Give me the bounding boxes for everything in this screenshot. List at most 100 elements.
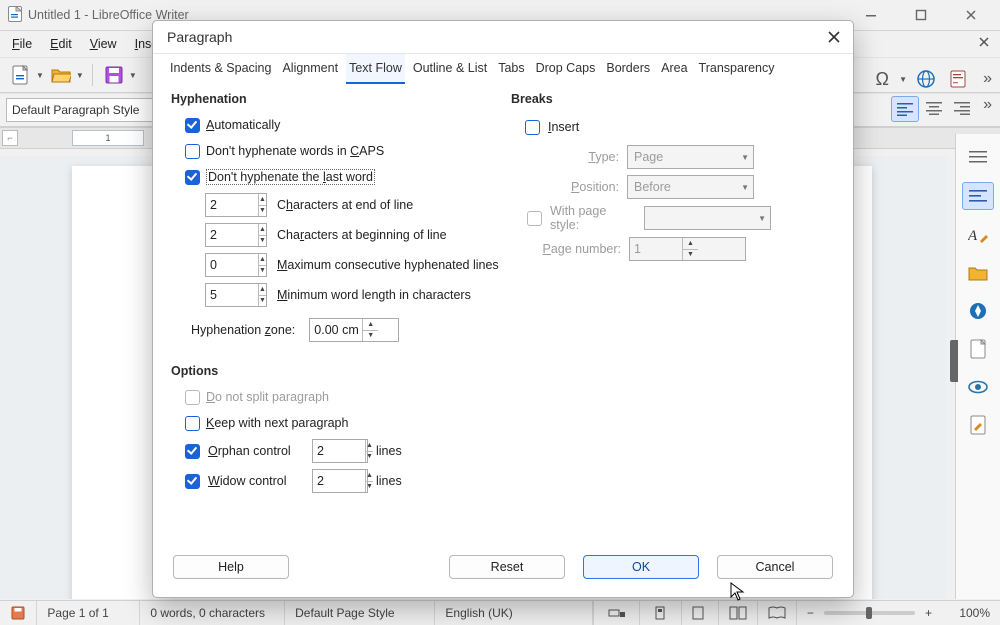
maximize-button[interactable]	[908, 7, 934, 23]
save-dropdown-icon[interactable]: ▼	[129, 71, 137, 80]
menu-view[interactable]: View	[90, 37, 117, 51]
max-consec-value[interactable]	[206, 254, 258, 276]
zoom-out-icon[interactable]: −	[797, 601, 818, 625]
tab-tabs[interactable]: Tabs	[495, 54, 527, 84]
status-page-style[interactable]: Default Page Style	[285, 601, 435, 625]
orphan-spin[interactable]: ▲▼	[312, 439, 368, 463]
tab-text-flow[interactable]: Text Flow	[346, 54, 405, 84]
min-word-len-spin[interactable]: ▲▼	[205, 283, 267, 307]
help-button[interactable]: Help	[173, 555, 289, 579]
toolbar-overflow-icon[interactable]: »	[983, 70, 992, 88]
tab-alignment[interactable]: Alignment	[279, 54, 341, 84]
chars-begin-spin[interactable]: ▲▼	[205, 223, 267, 247]
status-zoom[interactable]: 100%	[940, 601, 1000, 625]
zoom-in-icon[interactable]: +	[921, 601, 940, 625]
down-icon[interactable]: ▼	[366, 481, 373, 493]
break-type-label: Type:	[511, 150, 619, 164]
chars-end-spin[interactable]: ▲▼	[205, 193, 267, 217]
new-doc-dropdown-icon[interactable]: ▼	[36, 71, 44, 80]
tab-borders[interactable]: Borders	[603, 54, 653, 84]
sidebar-navigator-icon[interactable]	[963, 298, 993, 324]
automatically-checkbox[interactable]	[185, 118, 200, 133]
zoom-slider[interactable]	[824, 611, 915, 615]
up-icon[interactable]: ▲	[363, 319, 378, 330]
sidebar-gallery-icon[interactable]	[963, 260, 993, 286]
sidebar-properties-icon[interactable]	[963, 144, 993, 170]
down-icon[interactable]: ▼	[259, 265, 266, 277]
up-icon[interactable]: ▲	[259, 224, 266, 235]
min-word-len-value[interactable]	[206, 284, 258, 306]
align-center-icon[interactable]	[921, 96, 947, 120]
new-doc-icon[interactable]	[8, 62, 34, 88]
status-view-multi-icon[interactable]	[719, 601, 758, 625]
status-view-single-icon[interactable]	[682, 601, 719, 625]
sidebar-changes-icon[interactable]	[963, 412, 993, 438]
hyph-zone-value[interactable]	[310, 319, 362, 341]
up-icon[interactable]: ▲	[259, 254, 266, 265]
with-page-style-select: ▼	[644, 206, 771, 230]
widow-value[interactable]	[313, 470, 365, 492]
sidebar-page-icon[interactable]	[963, 336, 993, 362]
style-toolbar-overflow-icon[interactable]: »	[983, 96, 992, 122]
down-icon[interactable]: ▼	[366, 451, 373, 463]
status-save-icon[interactable]	[0, 601, 37, 625]
max-consec-spin[interactable]: ▲▼	[205, 253, 267, 277]
orphan-value[interactable]	[313, 440, 365, 462]
sidebar-handle[interactable]	[950, 340, 958, 382]
no-caps-checkbox[interactable]	[185, 144, 200, 159]
close-button[interactable]	[958, 7, 984, 23]
down-icon[interactable]: ▼	[259, 235, 266, 247]
paragraph-style-selector[interactable]: Default Paragraph Style	[6, 98, 153, 122]
align-right-icon[interactable]	[949, 96, 975, 120]
insert-break-checkbox[interactable]	[525, 120, 540, 135]
footnote-icon[interactable]	[945, 66, 971, 92]
tab-outline-list[interactable]: Outline & List	[410, 54, 490, 84]
chars-end-down[interactable]: ▼	[259, 205, 266, 217]
sidebar: A	[955, 134, 1000, 599]
hyperlink-icon[interactable]	[913, 66, 939, 92]
keep-next-checkbox[interactable]	[185, 416, 200, 431]
chars-end-value[interactable]	[206, 194, 258, 216]
cancel-button[interactable]: Cancel	[717, 555, 833, 579]
sidebar-character-icon[interactable]: A	[963, 222, 993, 248]
status-words[interactable]: 0 words, 0 characters	[140, 601, 285, 625]
menu-edit[interactable]: Edit	[50, 37, 72, 51]
chars-end-up[interactable]: ▲	[259, 194, 266, 205]
tab-indents-spacing[interactable]: Indents & Spacing	[167, 54, 274, 84]
special-char-dropdown-icon[interactable]: ▼	[899, 75, 907, 84]
dialog-footer: Help Reset OK Cancel	[153, 541, 853, 597]
tab-drop-caps[interactable]: Drop Caps	[533, 54, 599, 84]
down-icon[interactable]: ▼	[259, 295, 266, 307]
minimize-button[interactable]	[858, 7, 884, 23]
align-left-icon[interactable]	[891, 96, 919, 122]
dialog-close-button[interactable]	[827, 30, 841, 44]
sidebar-style-icon[interactable]	[962, 182, 994, 210]
up-icon[interactable]: ▲	[259, 284, 266, 295]
tab-area[interactable]: Area	[658, 54, 690, 84]
status-sig-icon[interactable]	[640, 601, 681, 625]
special-char-icon[interactable]: Ω	[869, 66, 895, 92]
status-selection-icon[interactable]	[593, 601, 640, 625]
up-icon[interactable]: ▲	[366, 470, 373, 481]
open-dropdown-icon[interactable]: ▼	[76, 71, 84, 80]
orphan-checkbox[interactable]	[185, 444, 200, 459]
menu-file[interactable]: File	[12, 37, 32, 51]
open-icon[interactable]	[48, 62, 74, 88]
status-page[interactable]: Page 1 of 1	[37, 601, 140, 625]
reset-button[interactable]: Reset	[449, 555, 565, 579]
tab-transparency[interactable]: Transparency	[696, 54, 778, 84]
up-icon[interactable]: ▲	[366, 440, 373, 451]
ok-button[interactable]: OK	[583, 555, 699, 579]
sidebar-inspector-icon[interactable]	[963, 374, 993, 400]
hyph-zone-spin[interactable]: ▲▼	[309, 318, 399, 342]
chars-begin-value[interactable]	[206, 224, 258, 246]
save-icon[interactable]	[101, 62, 127, 88]
options-title: Options	[171, 364, 501, 378]
widow-spin[interactable]: ▲▼	[312, 469, 368, 493]
widow-checkbox[interactable]	[185, 474, 200, 489]
status-language[interactable]: English (UK)	[435, 601, 593, 625]
document-close-icon[interactable]	[978, 36, 990, 51]
status-view-book-icon[interactable]	[758, 601, 797, 625]
no-last-word-checkbox[interactable]	[185, 170, 200, 185]
down-icon[interactable]: ▼	[363, 330, 378, 342]
